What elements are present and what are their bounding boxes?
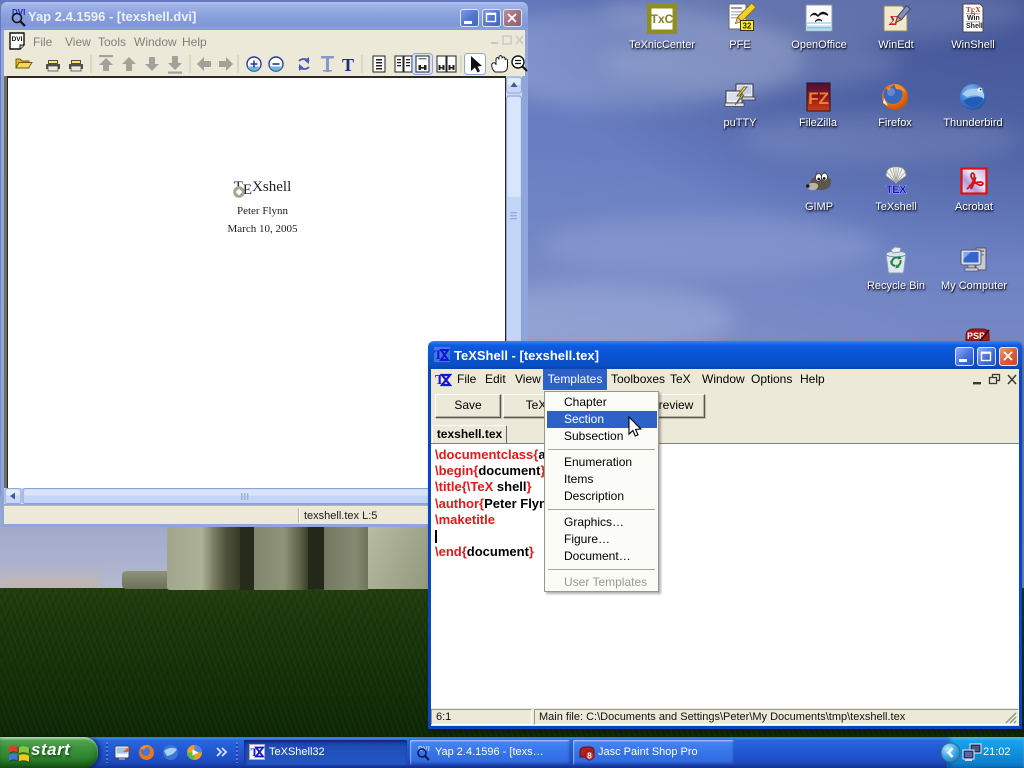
svg-text:Shell: Shell: [966, 23, 983, 30]
svg-text:FZ: FZ: [808, 89, 829, 108]
svg-text:TxC: TxC: [651, 12, 674, 26]
svg-text:32: 32: [743, 22, 752, 31]
svg-text:Win: Win: [967, 15, 980, 22]
svg-text:8: 8: [587, 752, 592, 761]
svg-text:TEX: TEX: [886, 184, 907, 196]
svg-text:DVI: DVI: [12, 36, 23, 43]
svg-text:T: T: [342, 55, 354, 75]
